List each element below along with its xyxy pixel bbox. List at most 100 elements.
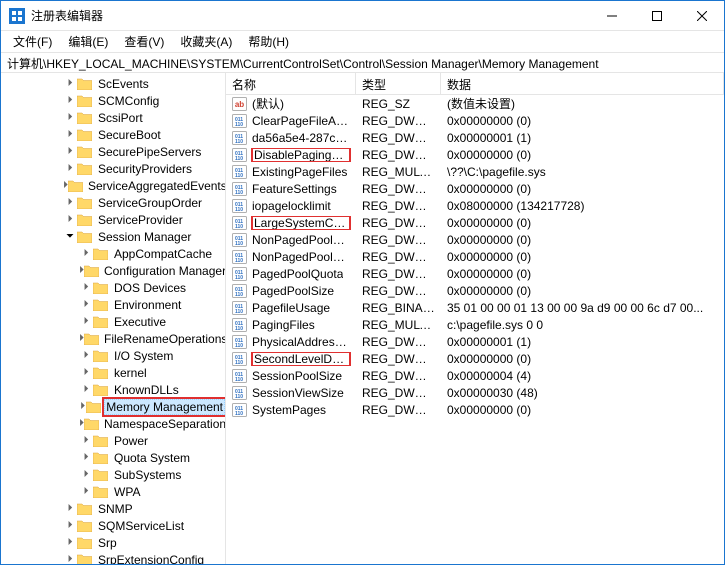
chevron-right-icon[interactable]: ⏵ <box>63 129 77 140</box>
tree-item[interactable]: ⏵Power <box>79 432 225 449</box>
menu-favorites[interactable]: 收藏夹(A) <box>172 31 240 52</box>
tree-item[interactable]: ⏷Session Manager <box>63 228 225 245</box>
chevron-right-icon[interactable]: ⏵ <box>63 554 77 564</box>
chevron-right-icon[interactable]: ⏵ <box>63 146 77 157</box>
chevron-right-icon[interactable]: ⏵ <box>79 350 93 361</box>
tree-item[interactable]: ⏵AppCompatCache <box>79 245 225 262</box>
tree-item[interactable]: ⏵SubSystems <box>79 466 225 483</box>
tree-item[interactable]: ⏵Memory Management <box>79 398 225 415</box>
value-data: 0x00000000 (0) <box>441 148 724 162</box>
col-name[interactable]: 名称 <box>226 73 356 94</box>
tree-item[interactable]: ⏵ServiceGroupOrder <box>63 194 225 211</box>
chevron-right-icon[interactable]: ⏵ <box>79 316 93 327</box>
tree-item[interactable]: ⏵I/O System <box>79 347 225 364</box>
maximize-button[interactable] <box>634 1 679 31</box>
value-row[interactable]: 011110PagefileUsageREG_BINARY35 01 00 00… <box>226 299 724 316</box>
tree-item[interactable]: ⏵ DOS Devices <box>79 279 225 296</box>
value-row[interactable]: 011110FeatureSettingsREG_DWORD0x00000000… <box>226 180 724 197</box>
chevron-right-icon[interactable]: ⏵ <box>79 486 93 497</box>
tree-item[interactable]: ⏵ServiceProvider <box>63 211 225 228</box>
value-type: REG_DWORD <box>356 386 441 400</box>
value-row[interactable]: 011110NonPagedPoolQuotaREG_DWORD0x000000… <box>226 231 724 248</box>
chevron-right-icon[interactable]: ⏵ <box>79 248 93 259</box>
tree-item[interactable]: ⏵SecurePipeServers <box>63 143 225 160</box>
tree-item[interactable]: ⏵Environment <box>79 296 225 313</box>
binary-value-icon: 011110 <box>232 148 248 162</box>
chevron-right-icon[interactable]: ⏵ <box>63 78 77 89</box>
value-name: PagefileUsage <box>252 301 330 315</box>
binary-value-icon: 011110 <box>232 182 248 196</box>
value-name: iopagelocklimit <box>252 199 331 213</box>
chevron-right-icon[interactable]: ⏵ <box>63 503 77 514</box>
chevron-right-icon[interactable]: ⏵ <box>63 520 77 531</box>
tree-item[interactable]: ⏵Executive <box>79 313 225 330</box>
address-bar[interactable]: 计算机\HKEY_LOCAL_MACHINE\SYSTEM\CurrentCon… <box>1 53 724 73</box>
tree-item[interactable]: ⏵SrpExtensionConfig <box>63 551 225 564</box>
tree-label: FileRenameOperations <box>102 332 226 346</box>
chevron-right-icon[interactable]: ⏵ <box>63 214 77 225</box>
chevron-right-icon[interactable]: ⏵ <box>79 469 93 480</box>
menu-help[interactable]: 帮助(H) <box>240 31 297 52</box>
chevron-right-icon[interactable]: ⏵ <box>63 537 77 548</box>
col-data[interactable]: 数据 <box>441 73 724 94</box>
tree-item[interactable]: ⏵KnownDLLs <box>79 381 225 398</box>
value-row[interactable]: 011110LargeSystemCacheREG_DWORD0x0000000… <box>226 214 724 231</box>
chevron-right-icon[interactable]: ⏵ <box>79 299 93 310</box>
tree-item[interactable]: ⏵SecurityProviders <box>63 160 225 177</box>
menu-view[interactable]: 查看(V) <box>116 31 172 52</box>
tree-item[interactable]: ⏵SCMConfig <box>63 92 225 109</box>
chevron-right-icon[interactable]: ⏵ <box>63 95 77 106</box>
menu-file[interactable]: 文件(F) <box>5 31 60 52</box>
value-row[interactable]: 011110SecondLevelDataCacheREG_DWORD0x000… <box>226 350 724 367</box>
tree-panel[interactable]: ⏵ScEvents⏵SCMConfig⏵ScsiPort⏵SecureBoot⏵… <box>1 73 226 564</box>
value-row[interactable]: 011110iopagelocklimitREG_DWORD0x08000000… <box>226 197 724 214</box>
chevron-right-icon[interactable]: ⏵ <box>63 197 77 208</box>
value-data: 0x00000000 (0) <box>441 403 724 417</box>
tree-item[interactable]: ⏵NamespaceSeparation <box>79 415 225 432</box>
tree-item[interactable]: ⏵kernel <box>79 364 225 381</box>
value-row[interactable]: 011110PhysicalAddressExtensionREG_DWORD0… <box>226 333 724 350</box>
chevron-right-icon[interactable]: ⏵ <box>79 401 86 412</box>
value-row[interactable]: 011110da56a5e4-287c-4a5b-8...REG_DWORD0x… <box>226 129 724 146</box>
tree-item[interactable]: ⏵WPA <box>79 483 225 500</box>
col-type[interactable]: 类型 <box>356 73 441 94</box>
value-name: (默认) <box>252 95 284 112</box>
value-row[interactable]: 011110ExistingPageFilesREG_MULTI_SZ\??\C… <box>226 163 724 180</box>
value-row[interactable]: 011110PagingFilesREG_MULTI_SZc:\pagefile… <box>226 316 724 333</box>
menu-edit[interactable]: 编辑(E) <box>60 31 116 52</box>
tree-item[interactable]: ⏵Quota System <box>79 449 225 466</box>
value-row[interactable]: 011110SessionViewSizeREG_DWORD0x00000030… <box>226 384 724 401</box>
tree-label: SNMP <box>96 502 135 516</box>
chevron-right-icon[interactable]: ⏵ <box>79 435 93 446</box>
chevron-right-icon[interactable]: ⏵ <box>79 367 93 378</box>
tree-item[interactable]: ⏵FileRenameOperations <box>79 330 225 347</box>
tree-label: DOS Devices <box>112 281 188 295</box>
value-row[interactable]: 011110NonPagedPoolSizeREG_DWORD0x0000000… <box>226 248 724 265</box>
value-row[interactable]: 011110SystemPagesREG_DWORD0x00000000 (0) <box>226 401 724 418</box>
value-row[interactable]: 011110DisablePagingExecutiveREG_DWORD0x0… <box>226 146 724 163</box>
chevron-right-icon[interactable]: ⏵ <box>79 384 93 395</box>
value-row[interactable]: 011110SessionPoolSizeREG_DWORD0x00000004… <box>226 367 724 384</box>
chevron-right-icon[interactable]: ⏵ <box>63 163 77 174</box>
chevron-right-icon[interactable]: ⏵ <box>63 112 77 123</box>
tree-item[interactable]: ⏵ScEvents <box>63 75 225 92</box>
chevron-right-icon[interactable]: ⏵ <box>79 452 93 463</box>
tree-item[interactable]: ⏵Configuration Manager <box>79 262 225 279</box>
tree-item[interactable]: ⏵Srp <box>63 534 225 551</box>
tree-item[interactable]: ⏵SecureBoot <box>63 126 225 143</box>
close-button[interactable] <box>679 1 724 31</box>
tree-item[interactable]: ⏵ServiceAggregatedEvents <box>63 177 225 194</box>
value-row[interactable]: ab(默认)REG_SZ(数值未设置) <box>226 95 724 112</box>
value-row[interactable]: 011110PagedPoolQuotaREG_DWORD0x00000000 … <box>226 265 724 282</box>
chevron-right-icon[interactable]: ⏵ <box>79 282 93 293</box>
titlebar[interactable]: 注册表编辑器 <box>1 1 724 31</box>
value-row[interactable]: 011110PagedPoolSizeREG_DWORD0x00000000 (… <box>226 282 724 299</box>
values-panel[interactable]: 名称 类型 数据 ab(默认)REG_SZ(数值未设置)011110ClearP… <box>226 73 724 564</box>
tree-item[interactable]: ⏵SQMServiceList <box>63 517 225 534</box>
tree-item[interactable]: ⏵ScsiPort <box>63 109 225 126</box>
tree-item[interactable]: ⏵ SNMP <box>63 500 225 517</box>
minimize-button[interactable] <box>589 1 634 31</box>
chevron-down-icon[interactable]: ⏷ <box>63 231 77 242</box>
svg-text:110: 110 <box>235 241 243 247</box>
value-row[interactable]: 011110ClearPageFileAtShutdownREG_DWORD0x… <box>226 112 724 129</box>
